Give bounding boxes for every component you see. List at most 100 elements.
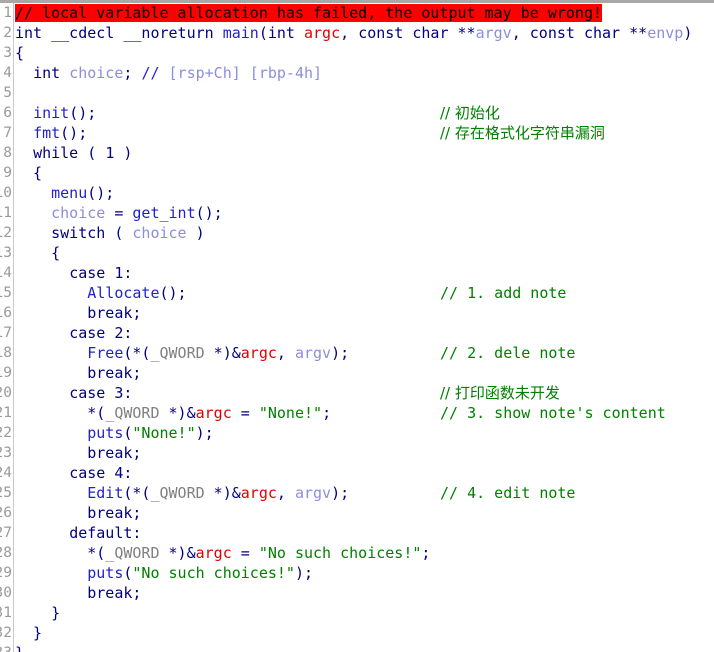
stack-offset-comment: [rsp+Ch] [rbp-4h]	[168, 64, 323, 82]
line-number: 16	[0, 305, 12, 321]
code-text: break;	[15, 504, 141, 522]
code-line[interactable]: puts("None!");	[15, 423, 714, 443]
code-line[interactable]: {	[15, 243, 714, 263]
keyword-token: int	[33, 64, 61, 82]
punctuation: {	[15, 44, 25, 62]
argument-token: argc	[240, 344, 277, 362]
code-line[interactable]: {	[15, 163, 714, 183]
line-number: 29	[0, 565, 12, 581]
punctuation: (*(	[123, 484, 151, 502]
code-line[interactable]: int __cdecl __noreturn main(int argc, co…	[15, 23, 714, 43]
keyword-token: case	[69, 324, 106, 342]
punctuation: *)&	[204, 484, 241, 502]
code-text: }	[15, 624, 42, 642]
code-text: {	[15, 164, 42, 182]
code-line[interactable]: }	[15, 603, 714, 623]
code-line[interactable]: puts("No such choices!");	[15, 563, 714, 583]
trailing-comment: // 打印函数未开发	[440, 384, 560, 402]
keyword-token: switch	[51, 224, 106, 242]
keyword-token: while	[33, 144, 79, 162]
line-number: 11	[0, 205, 12, 221]
code-line[interactable]: Edit(*(_QWORD *)&argc, argv); // 4. edit …	[15, 483, 714, 503]
code-text: }	[15, 604, 60, 622]
line-number: 5	[3, 85, 12, 101]
pseudocode-view[interactable]: 1234567891011121314151617181920212223242…	[0, 0, 714, 652]
punctuation	[15, 344, 87, 362]
punctuation	[15, 464, 69, 482]
code-line[interactable]: }	[15, 623, 714, 643]
code-line[interactable]: init(); // 初始化	[15, 103, 714, 123]
code-line[interactable]: break;	[15, 443, 714, 463]
function-token: puts	[87, 564, 124, 582]
code-line[interactable]: int choice; // [rsp+Ch] [rbp-4h]	[15, 63, 714, 83]
punctuation	[105, 264, 114, 282]
line-number: 33	[0, 643, 12, 652]
punctuation: ();	[60, 124, 88, 142]
keyword-token: int	[15, 24, 43, 42]
punctuation: ,	[511, 24, 530, 42]
function-token: Edit	[87, 484, 124, 502]
line-number: 10	[0, 185, 12, 201]
code-line[interactable]: switch ( choice )	[15, 223, 714, 243]
code-line[interactable]: case 1:	[15, 263, 714, 283]
line-number: 4	[3, 65, 12, 81]
trailing-comment: // 初始化	[440, 104, 500, 122]
code-text: fmt();	[15, 124, 87, 142]
comment-marker: //	[141, 64, 169, 82]
code-line[interactable]	[15, 83, 714, 103]
punctuation	[15, 224, 51, 242]
code-line[interactable]: }	[15, 643, 714, 652]
code-line[interactable]: choice = get_int();	[15, 203, 714, 223]
punctuation: ;	[322, 404, 332, 422]
code-line[interactable]: fmt(); // 存在格式化字符串漏洞	[15, 123, 714, 143]
code-line[interactable]: menu();	[15, 183, 714, 203]
keyword-token: case	[69, 264, 106, 282]
punctuation: ();	[69, 104, 97, 122]
punctuation: =	[231, 404, 259, 422]
trailing-comment: // 2. dele note	[440, 344, 576, 362]
function-token: get_int	[132, 204, 196, 222]
code-text: puts("None!");	[15, 424, 213, 442]
line-number: 6	[3, 105, 12, 121]
line-number: 14	[0, 265, 12, 281]
code-line[interactable]: // local variable allocation has failed,…	[15, 3, 714, 23]
code-line[interactable]: case 2:	[15, 323, 714, 343]
code-line[interactable]: *(_QWORD *)&argc = "None!"; // 3. show no…	[15, 403, 714, 423]
code-text: Edit(*(_QWORD *)&argc, argv);	[15, 484, 349, 502]
function-token: puts	[87, 424, 124, 442]
variable-token: argv	[475, 24, 512, 42]
code-line[interactable]: break;	[15, 303, 714, 323]
code-line[interactable]: {	[15, 43, 714, 63]
code-text: }	[15, 644, 24, 652]
keyword-token: break	[87, 504, 133, 522]
variable-token: envp	[647, 24, 684, 42]
punctuation: ;	[123, 64, 142, 82]
code-line[interactable]: break;	[15, 583, 714, 603]
punctuation: ,	[340, 24, 359, 42]
code-line[interactable]: *(_QWORD *)&argc = "No such choices!";	[15, 543, 714, 563]
string-literal: "None!"	[258, 404, 323, 422]
code-line[interactable]: while ( 1 )	[15, 143, 714, 163]
punctuation: ;	[421, 544, 431, 562]
code-line[interactable]: case 3: // 打印函数未开发	[15, 383, 714, 403]
punctuation: (	[78, 144, 106, 162]
variable-token: choice	[132, 224, 187, 242]
code-line[interactable]: Allocate(); // 1. add note	[15, 283, 714, 303]
keyword-token: char	[583, 24, 621, 42]
punctuation: (	[258, 24, 268, 42]
code-line[interactable]: break;	[15, 503, 714, 523]
line-number: 9	[3, 165, 12, 181]
code-line[interactable]: break;	[15, 363, 714, 383]
code-line[interactable]: Free(*(_QWORD *)&argc, argv); // 2. dele …	[15, 343, 714, 363]
code-lines-container[interactable]: // local variable allocation has failed,…	[15, 3, 714, 652]
code-text: default:	[15, 524, 141, 542]
punctuation: ();	[195, 204, 223, 222]
code-line[interactable]: default:	[15, 523, 714, 543]
code-text: switch ( choice )	[15, 224, 205, 242]
code-line[interactable]: case 4:	[15, 463, 714, 483]
punctuation: *)&	[159, 404, 196, 422]
line-number: 21	[0, 405, 12, 421]
punctuation	[15, 424, 87, 442]
code-text: int choice;	[15, 64, 141, 82]
code-text: case 2:	[15, 324, 132, 342]
